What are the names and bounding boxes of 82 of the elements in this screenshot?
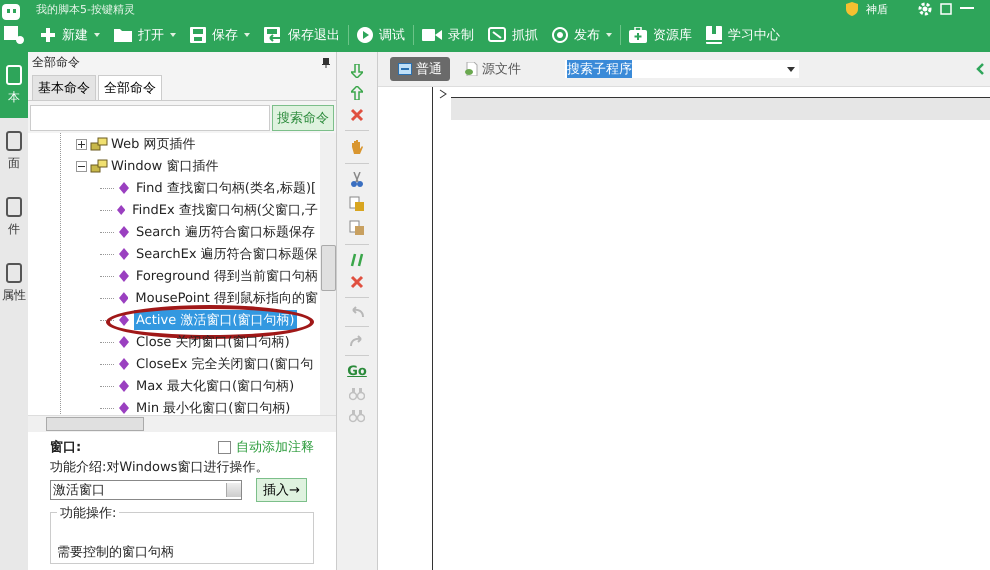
go-button[interactable]: Go	[347, 364, 367, 379]
folder-icon	[114, 28, 132, 42]
command-search-field[interactable]	[30, 105, 270, 131]
view-tab[interactable]: 源文件	[456, 57, 529, 81]
command-item[interactable]: MousePoint 得到鼠标指向的窗	[133, 288, 320, 308]
diamond-icon	[119, 358, 129, 370]
subroutine-search-dropdown[interactable]: 搜索子程序	[565, 60, 799, 78]
copy-icon[interactable]	[349, 196, 365, 212]
diamond-icon	[119, 226, 129, 238]
command-item[interactable]: Close 关闭窗口(窗口句柄)	[134, 332, 292, 352]
auto-comment-checkbox[interactable]	[218, 440, 231, 454]
binoculars-icon[interactable]	[349, 387, 365, 401]
diamond-icon	[118, 292, 128, 304]
shield-icon	[846, 2, 858, 16]
document-icon	[6, 130, 22, 150]
document-icon	[6, 64, 22, 84]
list-view-icon	[398, 63, 412, 75]
screen-capture-icon	[488, 27, 506, 43]
line-marker-icon	[439, 89, 447, 99]
cut-icon[interactable]	[350, 172, 364, 188]
window-title: 我的脚本5-按键精灵	[36, 2, 135, 16]
view-tab[interactable]: 普通	[390, 57, 450, 81]
command-item[interactable]: Search 遍历符合窗口标题保存	[134, 222, 317, 242]
target-circle-icon	[552, 27, 568, 43]
command-select[interactable]: 激活窗口	[50, 480, 242, 500]
plus-icon	[40, 27, 56, 43]
medical-kit-icon	[629, 27, 647, 43]
diamond-icon	[119, 314, 129, 326]
command-item[interactable]: SearchEx 遍历符合窗口标题保	[134, 244, 320, 264]
diamond-icon	[119, 182, 129, 194]
pin-icon[interactable]	[322, 58, 330, 68]
command-item[interactable]: Max 最大化窗口(窗口句柄)	[134, 376, 296, 396]
hand-icon[interactable]	[350, 139, 364, 155]
diamond-icon	[119, 248, 129, 260]
auto-comment-label[interactable]: 自动添加注释	[236, 438, 314, 456]
expand-toggle[interactable]	[76, 138, 87, 150]
diamond-icon	[119, 402, 129, 414]
book-icon	[706, 26, 722, 44]
code-file-icon	[464, 62, 478, 76]
group-text: 需要控制的窗口句柄	[57, 545, 174, 560]
vertical-scrollbar[interactable]	[320, 133, 336, 415]
panel-title: 全部命令	[32, 54, 80, 71]
uncomment-icon[interactable]	[350, 275, 364, 289]
command-item[interactable]: CloseEx 完全关闭窗口(窗口句	[134, 354, 316, 374]
insert-button[interactable]: 插入→	[256, 478, 307, 502]
minimize-icon[interactable]	[960, 7, 974, 11]
detail-heading: 窗口:	[50, 438, 82, 456]
group-title: 功能操作:	[57, 504, 120, 522]
command-item[interactable]: Find 查找窗口句柄(类名,标题)[	[134, 178, 318, 198]
delete-icon[interactable]	[350, 108, 364, 122]
expand-toggle[interactable]	[76, 160, 87, 172]
chevron-left-icon[interactable]	[976, 63, 984, 75]
command-item[interactable]: Min 最小化窗口(窗口句柄)	[134, 398, 292, 415]
document-icon	[6, 262, 22, 282]
paste-icon[interactable]	[349, 220, 365, 236]
plugin-icon	[90, 137, 108, 151]
command-item[interactable]: FindEx 查找窗口句柄(父窗口,子	[130, 200, 320, 220]
binoculars-icon[interactable]	[349, 409, 365, 423]
tree-node[interactable]: Window 窗口插件	[111, 157, 218, 175]
command-tab[interactable]: 基本命令	[32, 75, 96, 100]
search-command-button[interactable]: 搜索命令	[272, 105, 334, 131]
command-tab[interactable]: 全部命令	[98, 75, 162, 100]
diamond-icon	[118, 270, 129, 282]
settings-icon[interactable]	[918, 2, 932, 16]
document-icon	[6, 196, 22, 216]
function-description: 功能介绍:对Windows窗口进行操作。	[50, 459, 270, 476]
horizontal-scrollbar[interactable]	[28, 415, 336, 432]
sidebar-item[interactable]: 件	[0, 184, 28, 250]
sidebar-item[interactable]: 面	[0, 118, 28, 184]
video-camera-icon	[422, 28, 442, 42]
command-item[interactable]: Foreground 得到当前窗口句柄	[134, 266, 320, 286]
sidebar-item[interactable]: 属性	[0, 250, 28, 316]
arrow-down-icon[interactable]	[351, 64, 363, 78]
diamond-icon	[119, 336, 129, 348]
play-icon	[357, 27, 373, 43]
diamond-icon	[119, 380, 129, 392]
plugin-icon	[90, 159, 108, 173]
arrow-up-icon[interactable]	[351, 86, 363, 100]
diamond-icon	[116, 204, 126, 216]
tree-node[interactable]: Web 网页插件	[111, 135, 196, 153]
comment-slashes-icon[interactable]	[350, 253, 364, 267]
restore-icon[interactable]	[940, 3, 952, 15]
